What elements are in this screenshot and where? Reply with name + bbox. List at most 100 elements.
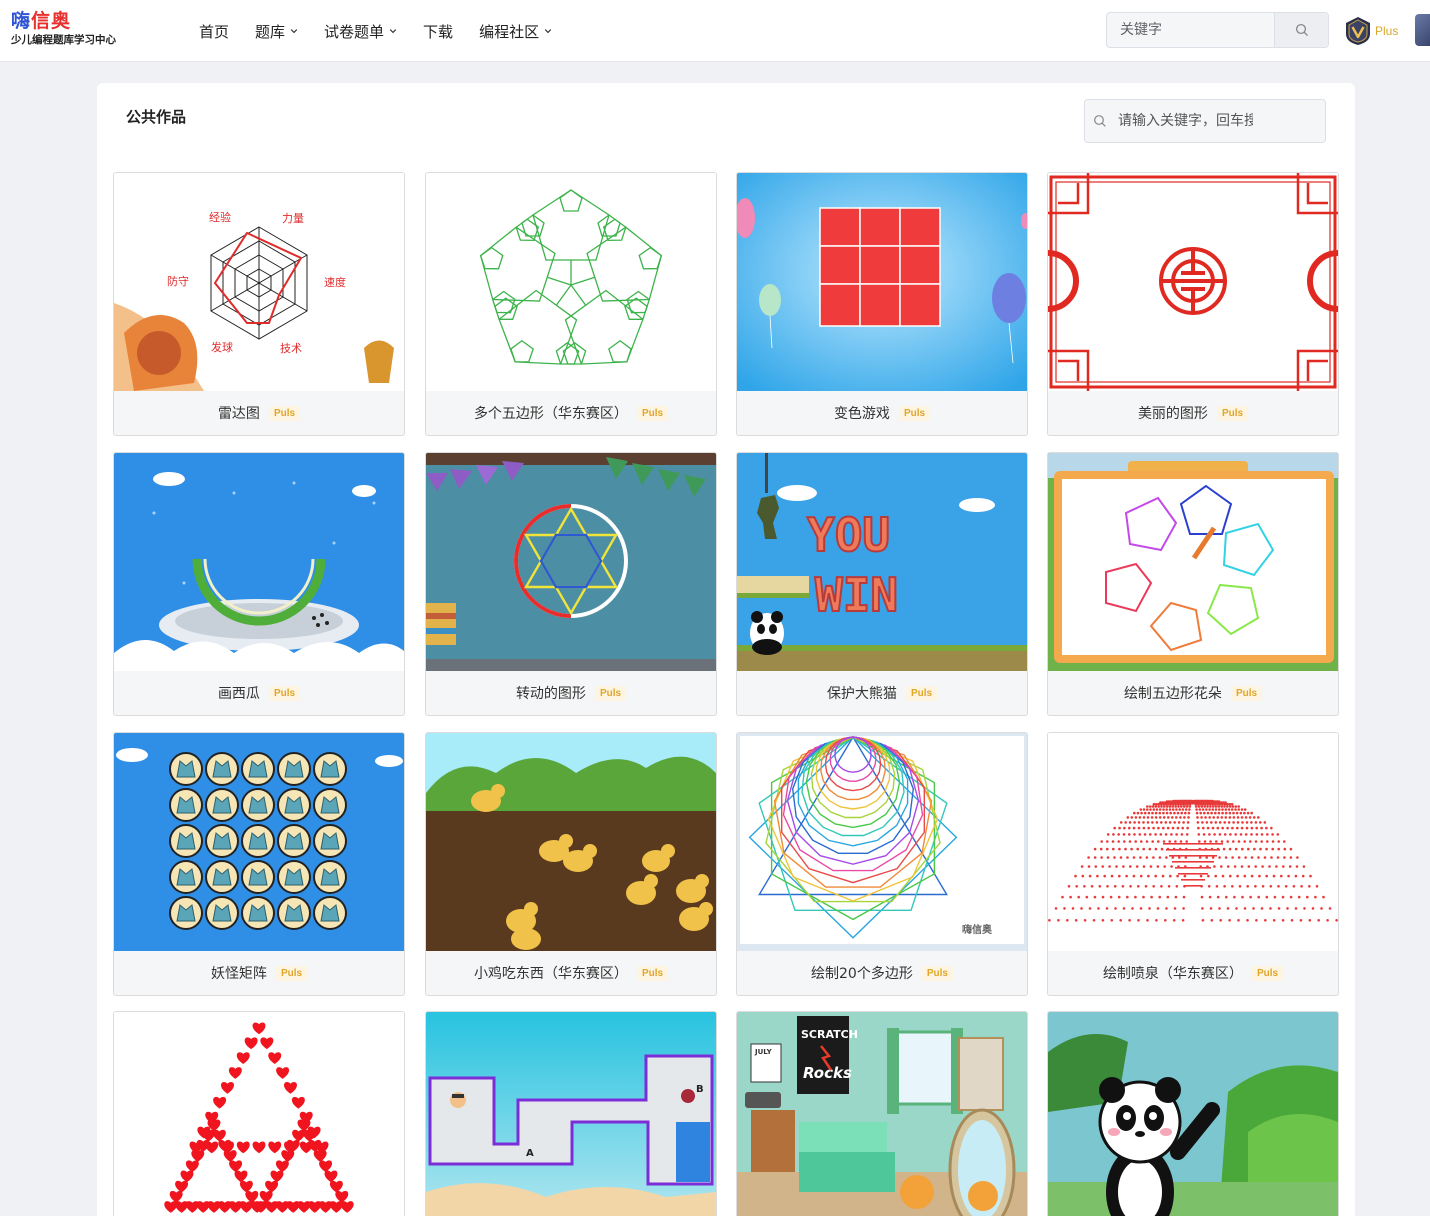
user-avatar[interactable] xyxy=(1415,14,1430,46)
work-title: 绘制喷泉（华东赛区） xyxy=(1102,966,1243,982)
fountain-dot xyxy=(1200,816,1203,819)
fountain-dot xyxy=(1299,919,1303,922)
fountain-dot xyxy=(1130,847,1133,851)
fountain-dot xyxy=(1133,833,1136,836)
fountain-dot xyxy=(1163,865,1166,868)
header-search-input[interactable] xyxy=(1107,13,1275,47)
work-card[interactable]: 美丽的图形 Puls xyxy=(1047,172,1339,436)
fountain-dot xyxy=(1306,895,1309,899)
fountain-dot xyxy=(1270,826,1273,830)
fountain-dot xyxy=(1194,805,1198,808)
fountain-dot xyxy=(1254,885,1257,888)
work-card[interactable]: 画西瓜 Puls xyxy=(113,452,405,716)
fountain-dot xyxy=(1231,885,1234,888)
nav-community[interactable]: 编程社区 xyxy=(466,0,565,62)
fountain-dot xyxy=(1228,816,1232,819)
chevron-down-icon xyxy=(544,29,552,34)
maze-label: A xyxy=(526,1148,534,1159)
fountain-dot xyxy=(1171,826,1175,830)
fountain-dot xyxy=(1204,816,1207,819)
fountain-dot xyxy=(1142,847,1145,851)
fountain-dot xyxy=(1283,847,1287,851)
fountain-dot xyxy=(1217,800,1221,803)
work-card[interactable]: 嗨信奥 绘制20个多边形 Puls xyxy=(736,732,1028,996)
fountain-dot xyxy=(1151,821,1154,824)
plus-membership[interactable]: Plus xyxy=(1344,14,1398,48)
fountain-dot xyxy=(1182,821,1185,824)
work-card[interactable]: YOU WIN 保护大熊猫 Puls xyxy=(736,452,1028,716)
fountain-dot xyxy=(1154,811,1158,815)
fountain-dot xyxy=(1148,847,1152,851)
fountain-dot xyxy=(1171,805,1175,808)
fountain-dot xyxy=(1237,856,1241,859)
fountain-dot xyxy=(1137,919,1140,922)
fountain-dot xyxy=(1236,816,1240,819)
fountain-dot xyxy=(1105,907,1109,910)
work-card[interactable]: 经验 力量 速度 技术 发球 防守 雷达图 Puls xyxy=(113,172,405,436)
fountain-dot xyxy=(1083,885,1086,888)
fountain-dot xyxy=(1177,821,1181,824)
fountain-dot xyxy=(1229,833,1232,836)
fountain-dot xyxy=(1272,919,1276,922)
fountain-dot xyxy=(1178,799,1182,803)
fountain-dot xyxy=(1287,874,1290,878)
fountain-dot xyxy=(1136,811,1140,815)
work-card[interactable]: 多个五边形（华东赛区） Puls xyxy=(425,172,717,436)
work-card[interactable] xyxy=(1047,1011,1339,1216)
work-title: 妖怪矩阵 xyxy=(210,966,267,982)
work-card[interactable]: 妖怪矩阵 Puls xyxy=(113,732,405,996)
header-search-button[interactable] xyxy=(1274,13,1328,47)
fountain-dot xyxy=(1179,816,1182,819)
fountain-dot xyxy=(1081,874,1085,878)
work-card[interactable]: B A xyxy=(425,1011,717,1216)
fountain-dot xyxy=(1236,874,1239,878)
fountain-dot xyxy=(1203,840,1207,843)
work-thumbnail: B A xyxy=(426,1012,716,1216)
fountain-dot xyxy=(1174,840,1177,843)
fountain-dot xyxy=(1223,833,1227,836)
work-card[interactable]: 变色游戏 Puls xyxy=(736,172,1028,436)
polygons-thumbnail: 嗨信奥 xyxy=(737,733,1027,951)
fountain-dot xyxy=(1257,895,1260,899)
works-search-input[interactable] xyxy=(1113,100,1253,142)
plus-tag: Puls xyxy=(1216,405,1249,421)
work-card[interactable]: JULY SCRATCH Rocks xyxy=(736,1011,1028,1216)
nav-home[interactable]: 首页 xyxy=(186,0,242,62)
work-caption: 美丽的图形 Puls xyxy=(1048,391,1338,435)
fountain-dot xyxy=(1232,821,1235,824)
hearts-thumbnail xyxy=(114,1012,404,1216)
work-caption: 小鸡吃东西（华东赛区） Puls xyxy=(426,951,716,995)
fountain-dot xyxy=(1119,821,1123,824)
work-card[interactable]: 小鸡吃东西（华东赛区） Puls xyxy=(425,732,717,996)
fountain-dot xyxy=(1143,811,1147,815)
fountain-dot xyxy=(1074,919,1078,922)
work-card[interactable]: 绘制五边形花朵 Puls xyxy=(1047,452,1339,716)
fountain-dot xyxy=(1152,802,1156,806)
nav-papers[interactable]: 试卷题单 xyxy=(311,0,410,62)
work-card[interactable]: 转动的图形 Puls xyxy=(425,452,717,716)
fountain-dot xyxy=(1216,895,1220,899)
fountain-dot xyxy=(1245,821,1249,824)
fountain-dot xyxy=(1315,885,1319,888)
fountain-dot xyxy=(1224,856,1228,859)
page-title: 公共作品 xyxy=(126,108,187,126)
fountain-dot xyxy=(1266,840,1269,843)
fountain-dot xyxy=(1218,856,1221,859)
panda-forest-thumbnail xyxy=(1048,1012,1338,1216)
work-card[interactable] xyxy=(113,1011,405,1216)
site-logo[interactable]: 嗨信奥 少儿编程题库学习中心 xyxy=(11,10,141,52)
fountain-dot xyxy=(1066,919,1069,922)
fountain-dot xyxy=(1234,847,1238,851)
fountain-dot xyxy=(1182,805,1186,808)
nav-question-bank[interactable]: 题库 xyxy=(242,0,311,62)
work-card[interactable]: 绘制喷泉（华东赛区） Puls xyxy=(1047,732,1339,996)
fountain-dot xyxy=(1335,919,1338,922)
nav-download[interactable]: 下载 xyxy=(410,0,466,62)
fountain-dot xyxy=(1162,816,1166,819)
fountain-dot xyxy=(1142,865,1146,868)
fountain-dot xyxy=(1201,919,1205,922)
fountain-dot xyxy=(1254,821,1258,824)
fountain-dot xyxy=(1176,874,1179,878)
fountain-dot xyxy=(1207,874,1210,878)
fountain-dot xyxy=(1168,821,1172,824)
